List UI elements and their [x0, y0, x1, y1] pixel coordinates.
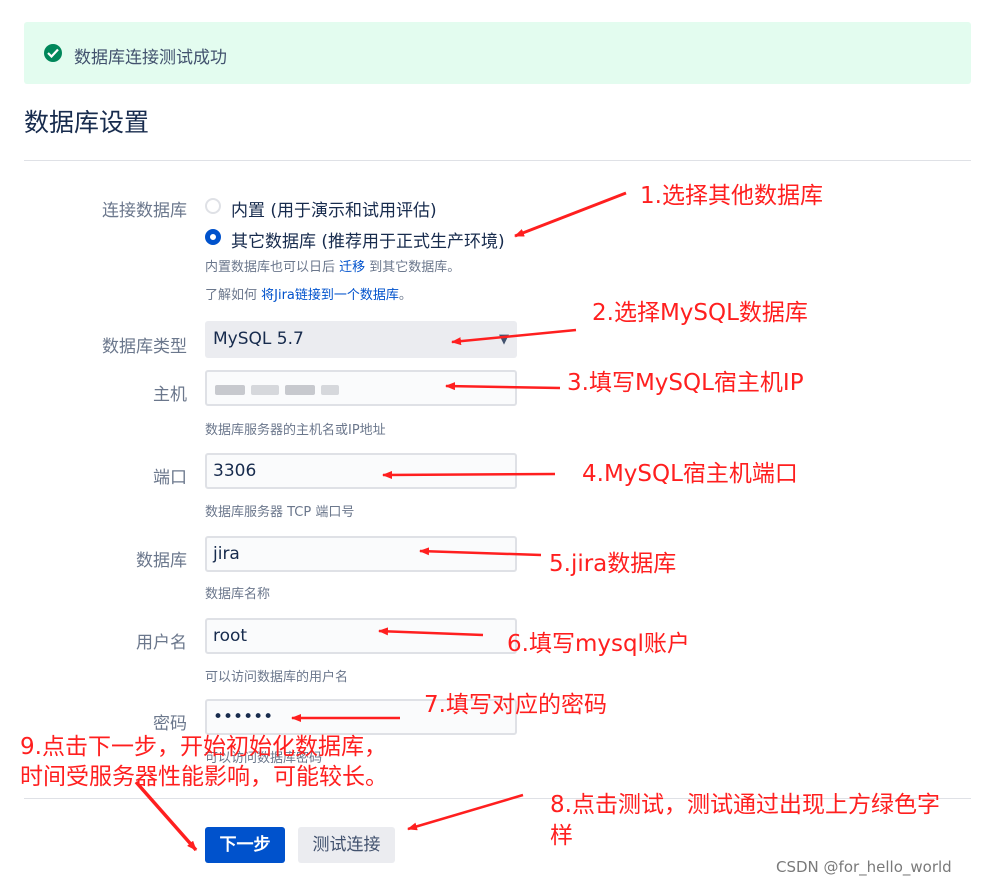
annotation-3: 3.填写MySQL宿主机IP — [567, 370, 804, 396]
arrow-1 — [514, 191, 627, 238]
chevron-down-icon: ▼ — [499, 332, 509, 347]
annotation-8-line1: 8.点击测试，测试通过出现上方绿色字 — [550, 792, 940, 818]
database-input[interactable]: jira — [205, 536, 517, 572]
arrow-8 — [407, 793, 524, 831]
migrate-help: 内置数据库也可以日后 迁移 到其它数据库。 — [205, 260, 461, 275]
host-label: 主机 — [153, 385, 187, 405]
annotation-4: 4.MySQL宿主机端口 — [582, 461, 798, 487]
radio-other-database-label[interactable]: 其它数据库 (推荐用于正式生产环境) — [231, 227, 505, 252]
migrate-link[interactable]: 迁移 — [339, 260, 365, 275]
connect-jira-link[interactable]: 将Jira链接到一个数据库 — [261, 288, 399, 303]
port-help: 数据库服务器 TCP 端口号 — [205, 505, 355, 520]
annotation-8-line2: 样 — [550, 823, 573, 849]
host-input[interactable] — [205, 370, 517, 406]
divider — [24, 160, 971, 161]
database-help: 数据库名称 — [205, 587, 271, 602]
arrow-9 — [134, 780, 198, 852]
radio-builtin-label[interactable]: 内置 (用于演示和试用评估) — [231, 196, 437, 221]
username-help: 可以访问数据库的用户名 — [205, 670, 349, 685]
annotation-5: 5.jira数据库 — [549, 551, 677, 577]
port-label: 端口 — [153, 468, 187, 488]
redacted-ip — [215, 385, 245, 395]
annotation-9-line2: 时间受服务器性能影响，可能较长。 — [20, 764, 388, 790]
annotation-7: 7.填写对应的密码 — [424, 692, 607, 718]
username-label: 用户名 — [136, 633, 187, 653]
port-input[interactable]: 3306 — [205, 453, 517, 489]
db-type-label: 数据库类型 — [102, 337, 187, 357]
annotation-9-line1: 9.点击下一步，开始初始化数据库， — [20, 734, 387, 760]
next-button[interactable]: 下一步 — [205, 827, 285, 863]
annotation-1: 1.选择其他数据库 — [640, 183, 823, 209]
radio-builtin[interactable] — [205, 198, 221, 214]
annotation-6: 6.填写mysql账户 — [507, 631, 690, 657]
database-label: 数据库 — [136, 551, 187, 571]
check-circle-icon — [44, 44, 62, 62]
connect-help: 了解如何 将Jira链接到一个数据库。 — [205, 288, 412, 303]
success-banner: 数据库连接测试成功 — [24, 22, 971, 84]
page-title: 数据库设置 — [24, 108, 150, 137]
username-input[interactable]: root — [205, 618, 517, 654]
test-connection-button[interactable]: 测试连接 — [298, 827, 395, 863]
annotation-2: 2.选择MySQL数据库 — [592, 300, 808, 326]
db-type-select[interactable]: MySQL 5.7 ▼ — [205, 321, 517, 358]
watermark: CSDN @for_hello_world — [776, 858, 952, 876]
connection-label: 连接数据库 — [102, 201, 187, 221]
radio-other-database[interactable] — [205, 229, 221, 245]
host-help: 数据库服务器的主机名或IP地址 — [205, 423, 386, 438]
db-type-value: MySQL 5.7 — [213, 329, 304, 349]
success-message: 数据库连接测试成功 — [74, 48, 227, 68]
password-label: 密码 — [153, 714, 187, 734]
